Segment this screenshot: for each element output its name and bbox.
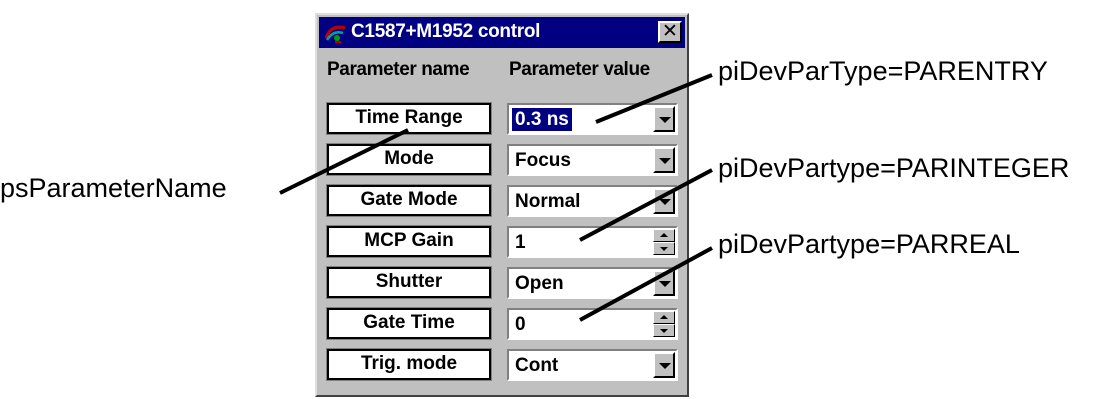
param-name-time-range: Time Range [326, 102, 492, 135]
annotation-parreal: piDevPartype=PARREAL [718, 229, 1020, 259]
param-value-trig-mode[interactable]: Cont [507, 349, 678, 381]
title-bar[interactable]: C1587+M1952 control ✕ [319, 17, 685, 48]
param-value-text: Cont [515, 355, 559, 376]
dropdown-arrow-icon[interactable] [653, 352, 675, 378]
param-row-mode: Mode Focus [317, 143, 687, 178]
app-icon [324, 25, 346, 43]
spin-up-icon[interactable] [653, 229, 675, 242]
param-value-text: Focus [515, 150, 571, 171]
spinner [653, 311, 675, 337]
param-name-trig-mode: Trig. mode [326, 348, 492, 381]
param-row-trig-mode: Trig. mode Cont [317, 348, 687, 383]
spinner [653, 229, 675, 255]
param-row-mcp-gain: MCP Gain 1 [317, 225, 687, 260]
param-row-gate-time: Gate Time 0 [317, 307, 687, 342]
control-window: C1587+M1952 control ✕ Parameter name Par… [315, 13, 689, 397]
param-value-gate-time[interactable]: 0 [507, 308, 678, 340]
param-name-mode: Mode [326, 143, 492, 176]
param-name-mcp-gain: MCP Gain [326, 225, 492, 258]
spin-down-icon[interactable] [653, 242, 675, 255]
param-row-shutter: Shutter Open [317, 266, 687, 301]
param-value-mcp-gain[interactable]: 1 [507, 226, 678, 258]
param-value-gate-mode[interactable]: Normal [507, 185, 678, 217]
dropdown-arrow-icon[interactable] [653, 106, 675, 132]
annotation-parinteger: piDevPartype=PARINTEGER [718, 153, 1070, 183]
annotation-parameter-name: psParameterName [0, 173, 227, 203]
param-value-time-range[interactable]: 0.3 ns [507, 103, 678, 135]
param-name-gate-time: Gate Time [326, 307, 492, 340]
annotation-parentry: piDevParType=PARENTRY [718, 56, 1048, 86]
window-title: C1587+M1952 control [351, 21, 541, 42]
spin-up-icon[interactable] [653, 311, 675, 324]
param-row-time-range: Time Range 0.3 ns [317, 102, 687, 137]
param-name-shutter: Shutter [326, 266, 492, 299]
close-button[interactable]: ✕ [658, 21, 682, 43]
param-row-gate-mode: Gate Mode Normal [317, 184, 687, 219]
param-value-text: Normal [515, 191, 581, 212]
dropdown-arrow-icon[interactable] [653, 270, 675, 296]
spin-down-icon[interactable] [653, 324, 675, 337]
dropdown-arrow-icon[interactable] [653, 147, 675, 173]
param-value-mode[interactable]: Focus [507, 144, 678, 176]
header-parameter-value: Parameter value [509, 59, 650, 80]
param-value-shutter[interactable]: Open [507, 267, 678, 299]
param-value-text: 0.3 ns [512, 108, 572, 131]
close-icon: ✕ [662, 20, 678, 42]
param-name-gate-mode: Gate Mode [326, 184, 492, 217]
param-value-text: 1 [515, 232, 526, 253]
param-value-text: Open [515, 273, 564, 294]
param-value-text: 0 [515, 314, 526, 335]
dropdown-arrow-icon[interactable] [653, 188, 675, 214]
header-parameter-name: Parameter name [327, 59, 470, 80]
